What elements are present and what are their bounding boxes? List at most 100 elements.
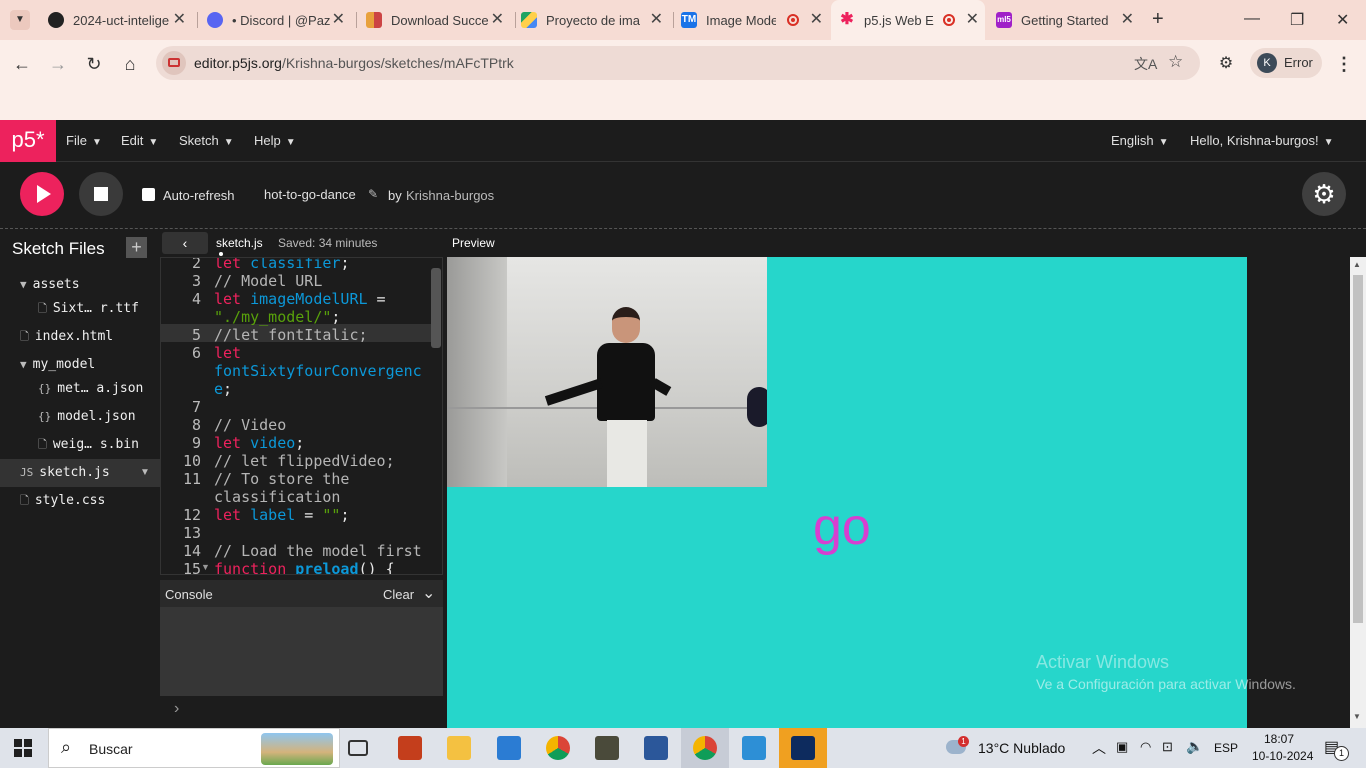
tab-drive[interactable]: Proyecto de ima ✕ (517, 0, 669, 40)
home-icon[interactable]: ⌂ (118, 52, 142, 76)
settings-gear-icon[interactable]: ⚙ (1302, 172, 1346, 216)
file-explorer-icon[interactable] (447, 736, 471, 760)
search-highlight-illustration (261, 733, 333, 765)
teachable-machine-icon: TM (681, 12, 697, 28)
tab-github[interactable]: 2024-uct-intelige ✕ (40, 0, 192, 40)
translate-icon[interactable]: 文A (1134, 54, 1157, 74)
play-button[interactable] (20, 172, 64, 216)
recording-icon (943, 14, 955, 26)
page-scrollbar[interactable]: ▲ ▼ (1350, 257, 1366, 728)
tab-ml5[interactable]: ml5 Getting Started ✕ (988, 0, 1140, 40)
profile-status-label: Error (1284, 55, 1313, 70)
bookmark-star-icon[interactable]: ☆ (1168, 52, 1183, 72)
by-label: by (388, 188, 402, 203)
restore-icon[interactable]: ❐ (1290, 10, 1304, 30)
language-menu[interactable]: English ▼ (1111, 133, 1169, 148)
saved-status: Saved: 34 minutes (278, 236, 378, 250)
json-icon: {} (38, 410, 52, 423)
tab-discord[interactable]: • Discord | @Paz ✕ (199, 0, 351, 40)
file-item-metadata[interactable]: {} met… a.json (38, 375, 143, 403)
weather-text[interactable]: 13°C Nublado (978, 740, 1065, 756)
tab-p5js-editor[interactable]: ✱ p5.js Web Ed ✕ (831, 0, 985, 40)
close-tab-icon[interactable]: ✕ (332, 12, 345, 28)
close-tab-icon[interactable]: ✕ (1121, 12, 1134, 28)
tab-search-button[interactable]: ▼ (10, 10, 30, 30)
tab-download[interactable]: Download Succe ✕ (358, 0, 510, 40)
menu-help[interactable]: Help ▼ (254, 133, 296, 148)
file-options-icon[interactable]: ▼ (140, 467, 150, 478)
p5-nav-bar: p5* File ▼ Edit ▼ Sketch ▼ Help ▼ English ▼ H… (0, 120, 1366, 162)
mail-icon[interactable] (497, 736, 521, 760)
new-tab-icon[interactable]: + (1152, 8, 1164, 31)
tab-image-model[interactable]: TM Image Mode ✕ (675, 0, 829, 40)
file-item-weights[interactable]: 🗋 weig… s.bin (38, 431, 139, 459)
search-icon: ⌕ (61, 737, 72, 757)
webcam-video (447, 257, 767, 487)
file-item-index[interactable]: 🗋 index.html (20, 323, 113, 351)
close-tab-icon[interactable]: ✕ (810, 12, 823, 28)
task-view-icon[interactable] (348, 740, 368, 756)
language-indicator[interactable]: ESP (1214, 741, 1238, 755)
wifi-icon[interactable]: ◠ (1140, 739, 1151, 755)
minimize-icon[interactable]: — (1244, 10, 1260, 28)
extensions-icon[interactable]: ⚙ (1214, 52, 1238, 76)
sketch-name[interactable]: hot-to-go-dance (264, 187, 356, 202)
menu-edit[interactable]: Edit ▼ (121, 133, 158, 148)
network-icon[interactable]: ⊡ (1162, 739, 1173, 755)
user-menu[interactable]: Hello, Krishna-burgos! ▼ (1190, 133, 1334, 148)
close-tab-icon[interactable]: ✕ (173, 12, 186, 28)
close-tab-icon[interactable]: ✕ (966, 12, 979, 28)
tray-overflow-icon[interactable]: ︿ (1092, 738, 1106, 758)
file-item-font[interactable]: 🗋 Sixt… r.ttf (38, 295, 139, 323)
camera-indicator-icon (168, 58, 180, 67)
auto-refresh-checkbox[interactable] (142, 188, 155, 201)
windows-start-icon[interactable] (14, 739, 32, 757)
chevron-down-icon[interactable]: ⌄ (422, 583, 435, 603)
file-item-model-json[interactable]: {} model.json (38, 403, 136, 431)
close-tab-icon[interactable]: ✕ (650, 12, 663, 28)
app-icon[interactable] (595, 736, 619, 760)
avatar: K (1257, 53, 1277, 73)
p5-logo[interactable]: p5* (0, 120, 56, 162)
powerpoint-icon[interactable] (398, 736, 422, 760)
word-icon[interactable] (644, 736, 668, 760)
photos-icon[interactable] (742, 736, 766, 760)
clock-time[interactable]: 18:07 (1264, 732, 1294, 746)
collapse-sidebar-button[interactable]: ‹ (162, 232, 208, 254)
forward-icon[interactable]: → (46, 52, 70, 76)
clock-date[interactable]: 10-10-2024 (1252, 749, 1313, 763)
more-menu-icon[interactable]: ⋮ (1332, 52, 1356, 76)
add-file-button[interactable]: + (126, 237, 147, 258)
file-item-sketch-js[interactable]: JS sketch.js (20, 459, 110, 487)
console-header: Console Clear ⌄ (160, 580, 443, 607)
scroll-down-icon[interactable]: ▼ (1353, 712, 1361, 721)
console-clear-button[interactable]: Clear (383, 587, 414, 602)
taskbar-search[interactable]: ⌕ Buscar (48, 728, 340, 768)
stop-button[interactable] (79, 172, 123, 216)
disney-plus-icon[interactable] (791, 736, 815, 760)
close-tab-icon[interactable]: ✕ (491, 12, 504, 28)
file-item-style-css[interactable]: 🗋 style.css (20, 487, 105, 515)
ml5-icon: ml5 (996, 12, 1012, 28)
volume-icon[interactable]: 🔈 (1186, 738, 1203, 755)
close-window-icon[interactable]: ✕ (1336, 10, 1349, 30)
address-bar[interactable]: editor.p5js.org/Krishna-burgos/sketches/… (156, 46, 1200, 80)
discord-icon (207, 12, 223, 28)
chrome-icon[interactable] (546, 736, 570, 760)
edit-pencil-icon[interactable]: ✎ (368, 187, 378, 201)
tray-app-icon[interactable]: ▣ (1116, 739, 1128, 755)
fold-arrow-icon[interactable]: ▼ (201, 562, 210, 572)
code-area[interactable]: 234 56 7 8 9 10 11 12 13 14 15 ▼ let classifier… (160, 257, 443, 575)
console-prompt-icon: › (174, 700, 180, 717)
scroll-up-icon[interactable]: ▲ (1353, 260, 1361, 269)
console-input[interactable]: › (160, 696, 443, 728)
author-link[interactable]: Krishna-burgos (406, 188, 494, 203)
back-icon[interactable]: ← (10, 52, 34, 76)
classification-label: go (813, 498, 871, 556)
menu-file[interactable]: File ▼ (66, 133, 102, 148)
profile-button[interactable]: K Error (1250, 48, 1322, 78)
editor-scrollbar[interactable] (431, 268, 441, 348)
chrome-profile-icon[interactable] (693, 736, 717, 760)
reload-icon[interactable]: ↻ (82, 52, 106, 76)
menu-sketch[interactable]: Sketch ▼ (179, 133, 234, 148)
